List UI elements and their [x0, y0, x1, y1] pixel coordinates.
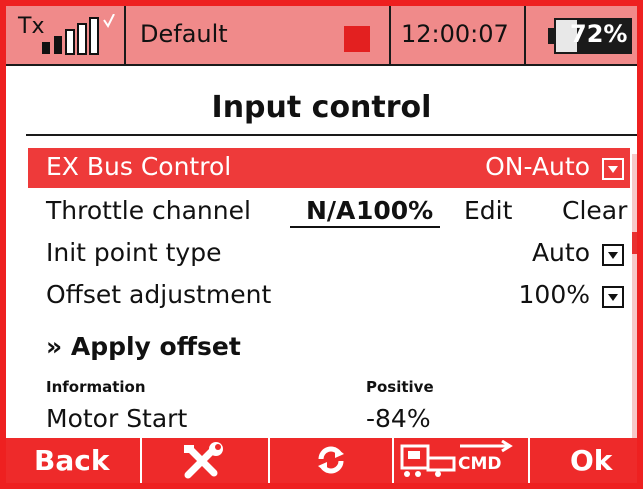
exbus-label: EX Bus Control	[46, 152, 232, 181]
throttle-percent[interactable]: 100%	[356, 196, 433, 225]
information-header: Information	[46, 378, 146, 396]
motor-start-value: -84%	[366, 404, 431, 433]
ok-label: Ok	[570, 444, 613, 477]
title-divider	[26, 134, 637, 136]
bottom-toolbar: Back CMD Ok	[6, 438, 637, 483]
tx-signal-cell: Tx	[6, 6, 126, 64]
offset-value: 100%	[518, 280, 590, 309]
cmd-label: CMD	[458, 454, 502, 474]
tx-label: Tx	[18, 14, 45, 39]
dropdown-arrow-icon[interactable]	[602, 244, 624, 266]
sync-button[interactable]	[268, 438, 392, 483]
device-screen: Tx Default 12:00:07 72% Input control EX…	[0, 0, 643, 489]
battery-cell: 72%	[526, 6, 637, 64]
throttle-label: Throttle channel	[46, 196, 251, 225]
apply-offset-button[interactable]: » Apply offset	[46, 332, 241, 361]
throttle-channel-value[interactable]: N/A	[306, 196, 355, 225]
row-init-point-type[interactable]: Init point type Auto	[28, 234, 630, 274]
signal-bars-icon	[42, 14, 115, 55]
dropdown-arrow-icon[interactable]	[602, 158, 624, 180]
exbus-value: ON-Auto	[485, 152, 590, 181]
back-label: Back	[34, 444, 110, 477]
model-cell[interactable]: Default	[126, 6, 391, 64]
time-cell: 12:00:07	[391, 6, 526, 64]
edit-button[interactable]: Edit	[464, 196, 512, 225]
clock-time: 12:00:07	[401, 20, 509, 48]
init-label: Init point type	[46, 238, 222, 267]
clear-button[interactable]: Clear	[562, 196, 627, 225]
dropdown-arrow-icon[interactable]	[602, 286, 624, 308]
throttle-underline	[290, 226, 440, 228]
battery-percent: 72%	[570, 20, 628, 48]
status-bar: Tx Default 12:00:07 72%	[6, 6, 637, 66]
scrollbar-thumb[interactable]	[632, 232, 637, 254]
row-offset-adjustment[interactable]: Offset adjustment 100%	[28, 276, 630, 316]
row-throttle-channel[interactable]: Throttle channel N/A 100% Edit Clear	[28, 192, 630, 232]
tools-icon	[184, 442, 223, 479]
row-exbus-control[interactable]: EX Bus Control ON-Auto	[28, 148, 630, 188]
back-button[interactable]: Back	[6, 438, 140, 483]
ok-button[interactable]: Ok	[528, 438, 637, 483]
sync-icon	[318, 446, 344, 474]
positive-header: Positive	[366, 378, 434, 396]
cmd-button[interactable]: CMD	[392, 438, 528, 483]
motor-start-label: Motor Start	[46, 404, 188, 433]
tools-button[interactable]	[140, 438, 268, 483]
page-title: Input control	[211, 90, 432, 125]
scrollbar-track[interactable]	[632, 154, 637, 438]
model-name: Default	[140, 20, 228, 48]
record-square-icon	[344, 26, 370, 52]
init-value: Auto	[531, 238, 590, 267]
offset-label: Offset adjustment	[46, 280, 272, 309]
